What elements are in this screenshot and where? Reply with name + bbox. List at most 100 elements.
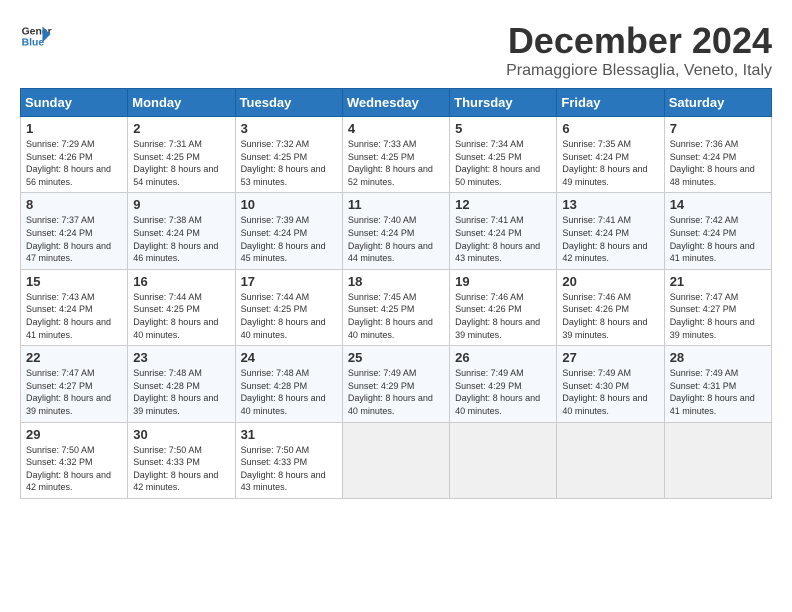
calendar-cell: 14 Sunrise: 7:42 AMSunset: 4:24 PMDaylig…: [664, 193, 771, 269]
day-info: Sunrise: 7:38 AMSunset: 4:24 PMDaylight:…: [133, 215, 218, 263]
day-number: 30: [133, 427, 229, 442]
calendar-cell: 16 Sunrise: 7:44 AMSunset: 4:25 PMDaylig…: [128, 269, 235, 345]
day-info: Sunrise: 7:40 AMSunset: 4:24 PMDaylight:…: [348, 215, 433, 263]
day-number: 16: [133, 274, 229, 289]
calendar-cell: 29 Sunrise: 7:50 AMSunset: 4:32 PMDaylig…: [21, 422, 128, 498]
day-info: Sunrise: 7:46 AMSunset: 4:26 PMDaylight:…: [562, 292, 647, 340]
day-number: 9: [133, 197, 229, 212]
calendar-cell: 23 Sunrise: 7:48 AMSunset: 4:28 PMDaylig…: [128, 346, 235, 422]
day-info: Sunrise: 7:41 AMSunset: 4:24 PMDaylight:…: [562, 215, 647, 263]
calendar-cell: 7 Sunrise: 7:36 AMSunset: 4:24 PMDayligh…: [664, 117, 771, 193]
svg-text:Blue: Blue: [22, 38, 45, 49]
week-row-1: 1 Sunrise: 7:29 AMSunset: 4:26 PMDayligh…: [21, 117, 772, 193]
weekday-header-saturday: Saturday: [664, 89, 771, 117]
day-number: 27: [562, 350, 658, 365]
day-number: 10: [241, 197, 337, 212]
week-row-4: 22 Sunrise: 7:47 AMSunset: 4:27 PMDaylig…: [21, 346, 772, 422]
day-info: Sunrise: 7:47 AMSunset: 4:27 PMDaylight:…: [670, 292, 755, 340]
weekday-header-sunday: Sunday: [21, 89, 128, 117]
day-number: 31: [241, 427, 337, 442]
day-number: 3: [241, 121, 337, 136]
day-number: 5: [455, 121, 551, 136]
day-number: 20: [562, 274, 658, 289]
day-number: 23: [133, 350, 229, 365]
day-info: Sunrise: 7:31 AMSunset: 4:25 PMDaylight:…: [133, 139, 218, 187]
calendar-cell: 24 Sunrise: 7:48 AMSunset: 4:28 PMDaylig…: [235, 346, 342, 422]
calendar-cell: 22 Sunrise: 7:47 AMSunset: 4:27 PMDaylig…: [21, 346, 128, 422]
calendar-cell: 17 Sunrise: 7:44 AMSunset: 4:25 PMDaylig…: [235, 269, 342, 345]
calendar-cell: 31 Sunrise: 7:50 AMSunset: 4:33 PMDaylig…: [235, 422, 342, 498]
day-number: 22: [26, 350, 122, 365]
day-info: Sunrise: 7:42 AMSunset: 4:24 PMDaylight:…: [670, 215, 755, 263]
day-number: 26: [455, 350, 551, 365]
calendar-cell: 4 Sunrise: 7:33 AMSunset: 4:25 PMDayligh…: [342, 117, 449, 193]
calendar-cell: 10 Sunrise: 7:39 AMSunset: 4:24 PMDaylig…: [235, 193, 342, 269]
calendar-cell: 30 Sunrise: 7:50 AMSunset: 4:33 PMDaylig…: [128, 422, 235, 498]
weekday-header-wednesday: Wednesday: [342, 89, 449, 117]
day-info: Sunrise: 7:47 AMSunset: 4:27 PMDaylight:…: [26, 368, 111, 416]
day-number: 28: [670, 350, 766, 365]
day-info: Sunrise: 7:35 AMSunset: 4:24 PMDaylight:…: [562, 139, 647, 187]
month-title: December 2024: [506, 20, 772, 62]
logo: General Blue: [20, 20, 52, 52]
week-row-3: 15 Sunrise: 7:43 AMSunset: 4:24 PMDaylig…: [21, 269, 772, 345]
day-number: 6: [562, 121, 658, 136]
weekday-header-thursday: Thursday: [450, 89, 557, 117]
calendar-cell: 25 Sunrise: 7:49 AMSunset: 4:29 PMDaylig…: [342, 346, 449, 422]
day-number: 21: [670, 274, 766, 289]
day-number: 11: [348, 197, 444, 212]
day-info: Sunrise: 7:48 AMSunset: 4:28 PMDaylight:…: [241, 368, 326, 416]
day-info: Sunrise: 7:48 AMSunset: 4:28 PMDaylight:…: [133, 368, 218, 416]
calendar-cell: 28 Sunrise: 7:49 AMSunset: 4:31 PMDaylig…: [664, 346, 771, 422]
day-number: 7: [670, 121, 766, 136]
day-info: Sunrise: 7:49 AMSunset: 4:31 PMDaylight:…: [670, 368, 755, 416]
weekday-header-monday: Monday: [128, 89, 235, 117]
calendar-cell: 26 Sunrise: 7:49 AMSunset: 4:29 PMDaylig…: [450, 346, 557, 422]
calendar-cell: 27 Sunrise: 7:49 AMSunset: 4:30 PMDaylig…: [557, 346, 664, 422]
calendar-cell: 1 Sunrise: 7:29 AMSunset: 4:26 PMDayligh…: [21, 117, 128, 193]
day-number: 14: [670, 197, 766, 212]
weekday-header-friday: Friday: [557, 89, 664, 117]
page-header: General Blue December 2024 Pramaggiore B…: [20, 20, 772, 80]
calendar-cell: 2 Sunrise: 7:31 AMSunset: 4:25 PMDayligh…: [128, 117, 235, 193]
day-number: 24: [241, 350, 337, 365]
calendar-cell: 15 Sunrise: 7:43 AMSunset: 4:24 PMDaylig…: [21, 269, 128, 345]
day-info: Sunrise: 7:49 AMSunset: 4:29 PMDaylight:…: [455, 368, 540, 416]
logo-icon: General Blue: [20, 20, 52, 52]
calendar-cell: 13 Sunrise: 7:41 AMSunset: 4:24 PMDaylig…: [557, 193, 664, 269]
calendar-table: SundayMondayTuesdayWednesdayThursdayFrid…: [20, 88, 772, 499]
title-section: December 2024 Pramaggiore Blessaglia, Ve…: [506, 20, 772, 80]
day-number: 12: [455, 197, 551, 212]
day-info: Sunrise: 7:50 AMSunset: 4:33 PMDaylight:…: [241, 445, 326, 493]
calendar-cell: 20 Sunrise: 7:46 AMSunset: 4:26 PMDaylig…: [557, 269, 664, 345]
day-number: 18: [348, 274, 444, 289]
calendar-cell: 11 Sunrise: 7:40 AMSunset: 4:24 PMDaylig…: [342, 193, 449, 269]
day-info: Sunrise: 7:44 AMSunset: 4:25 PMDaylight:…: [133, 292, 218, 340]
day-number: 19: [455, 274, 551, 289]
calendar-cell: 21 Sunrise: 7:47 AMSunset: 4:27 PMDaylig…: [664, 269, 771, 345]
calendar-cell: 5 Sunrise: 7:34 AMSunset: 4:25 PMDayligh…: [450, 117, 557, 193]
calendar-cell: 3 Sunrise: 7:32 AMSunset: 4:25 PMDayligh…: [235, 117, 342, 193]
day-number: 17: [241, 274, 337, 289]
day-number: 8: [26, 197, 122, 212]
calendar-cell: [664, 422, 771, 498]
day-number: 2: [133, 121, 229, 136]
day-info: Sunrise: 7:33 AMSunset: 4:25 PMDaylight:…: [348, 139, 433, 187]
day-info: Sunrise: 7:50 AMSunset: 4:33 PMDaylight:…: [133, 445, 218, 493]
week-row-2: 8 Sunrise: 7:37 AMSunset: 4:24 PMDayligh…: [21, 193, 772, 269]
calendar-cell: 19 Sunrise: 7:46 AMSunset: 4:26 PMDaylig…: [450, 269, 557, 345]
day-info: Sunrise: 7:46 AMSunset: 4:26 PMDaylight:…: [455, 292, 540, 340]
day-info: Sunrise: 7:39 AMSunset: 4:24 PMDaylight:…: [241, 215, 326, 263]
day-info: Sunrise: 7:50 AMSunset: 4:32 PMDaylight:…: [26, 445, 111, 493]
day-number: 15: [26, 274, 122, 289]
calendar-cell: 6 Sunrise: 7:35 AMSunset: 4:24 PMDayligh…: [557, 117, 664, 193]
day-info: Sunrise: 7:49 AMSunset: 4:30 PMDaylight:…: [562, 368, 647, 416]
day-number: 1: [26, 121, 122, 136]
location-title: Pramaggiore Blessaglia, Veneto, Italy: [506, 62, 772, 80]
weekday-header-row: SundayMondayTuesdayWednesdayThursdayFrid…: [21, 89, 772, 117]
day-info: Sunrise: 7:29 AMSunset: 4:26 PMDaylight:…: [26, 139, 111, 187]
day-number: 4: [348, 121, 444, 136]
day-info: Sunrise: 7:43 AMSunset: 4:24 PMDaylight:…: [26, 292, 111, 340]
day-number: 13: [562, 197, 658, 212]
calendar-cell: [557, 422, 664, 498]
